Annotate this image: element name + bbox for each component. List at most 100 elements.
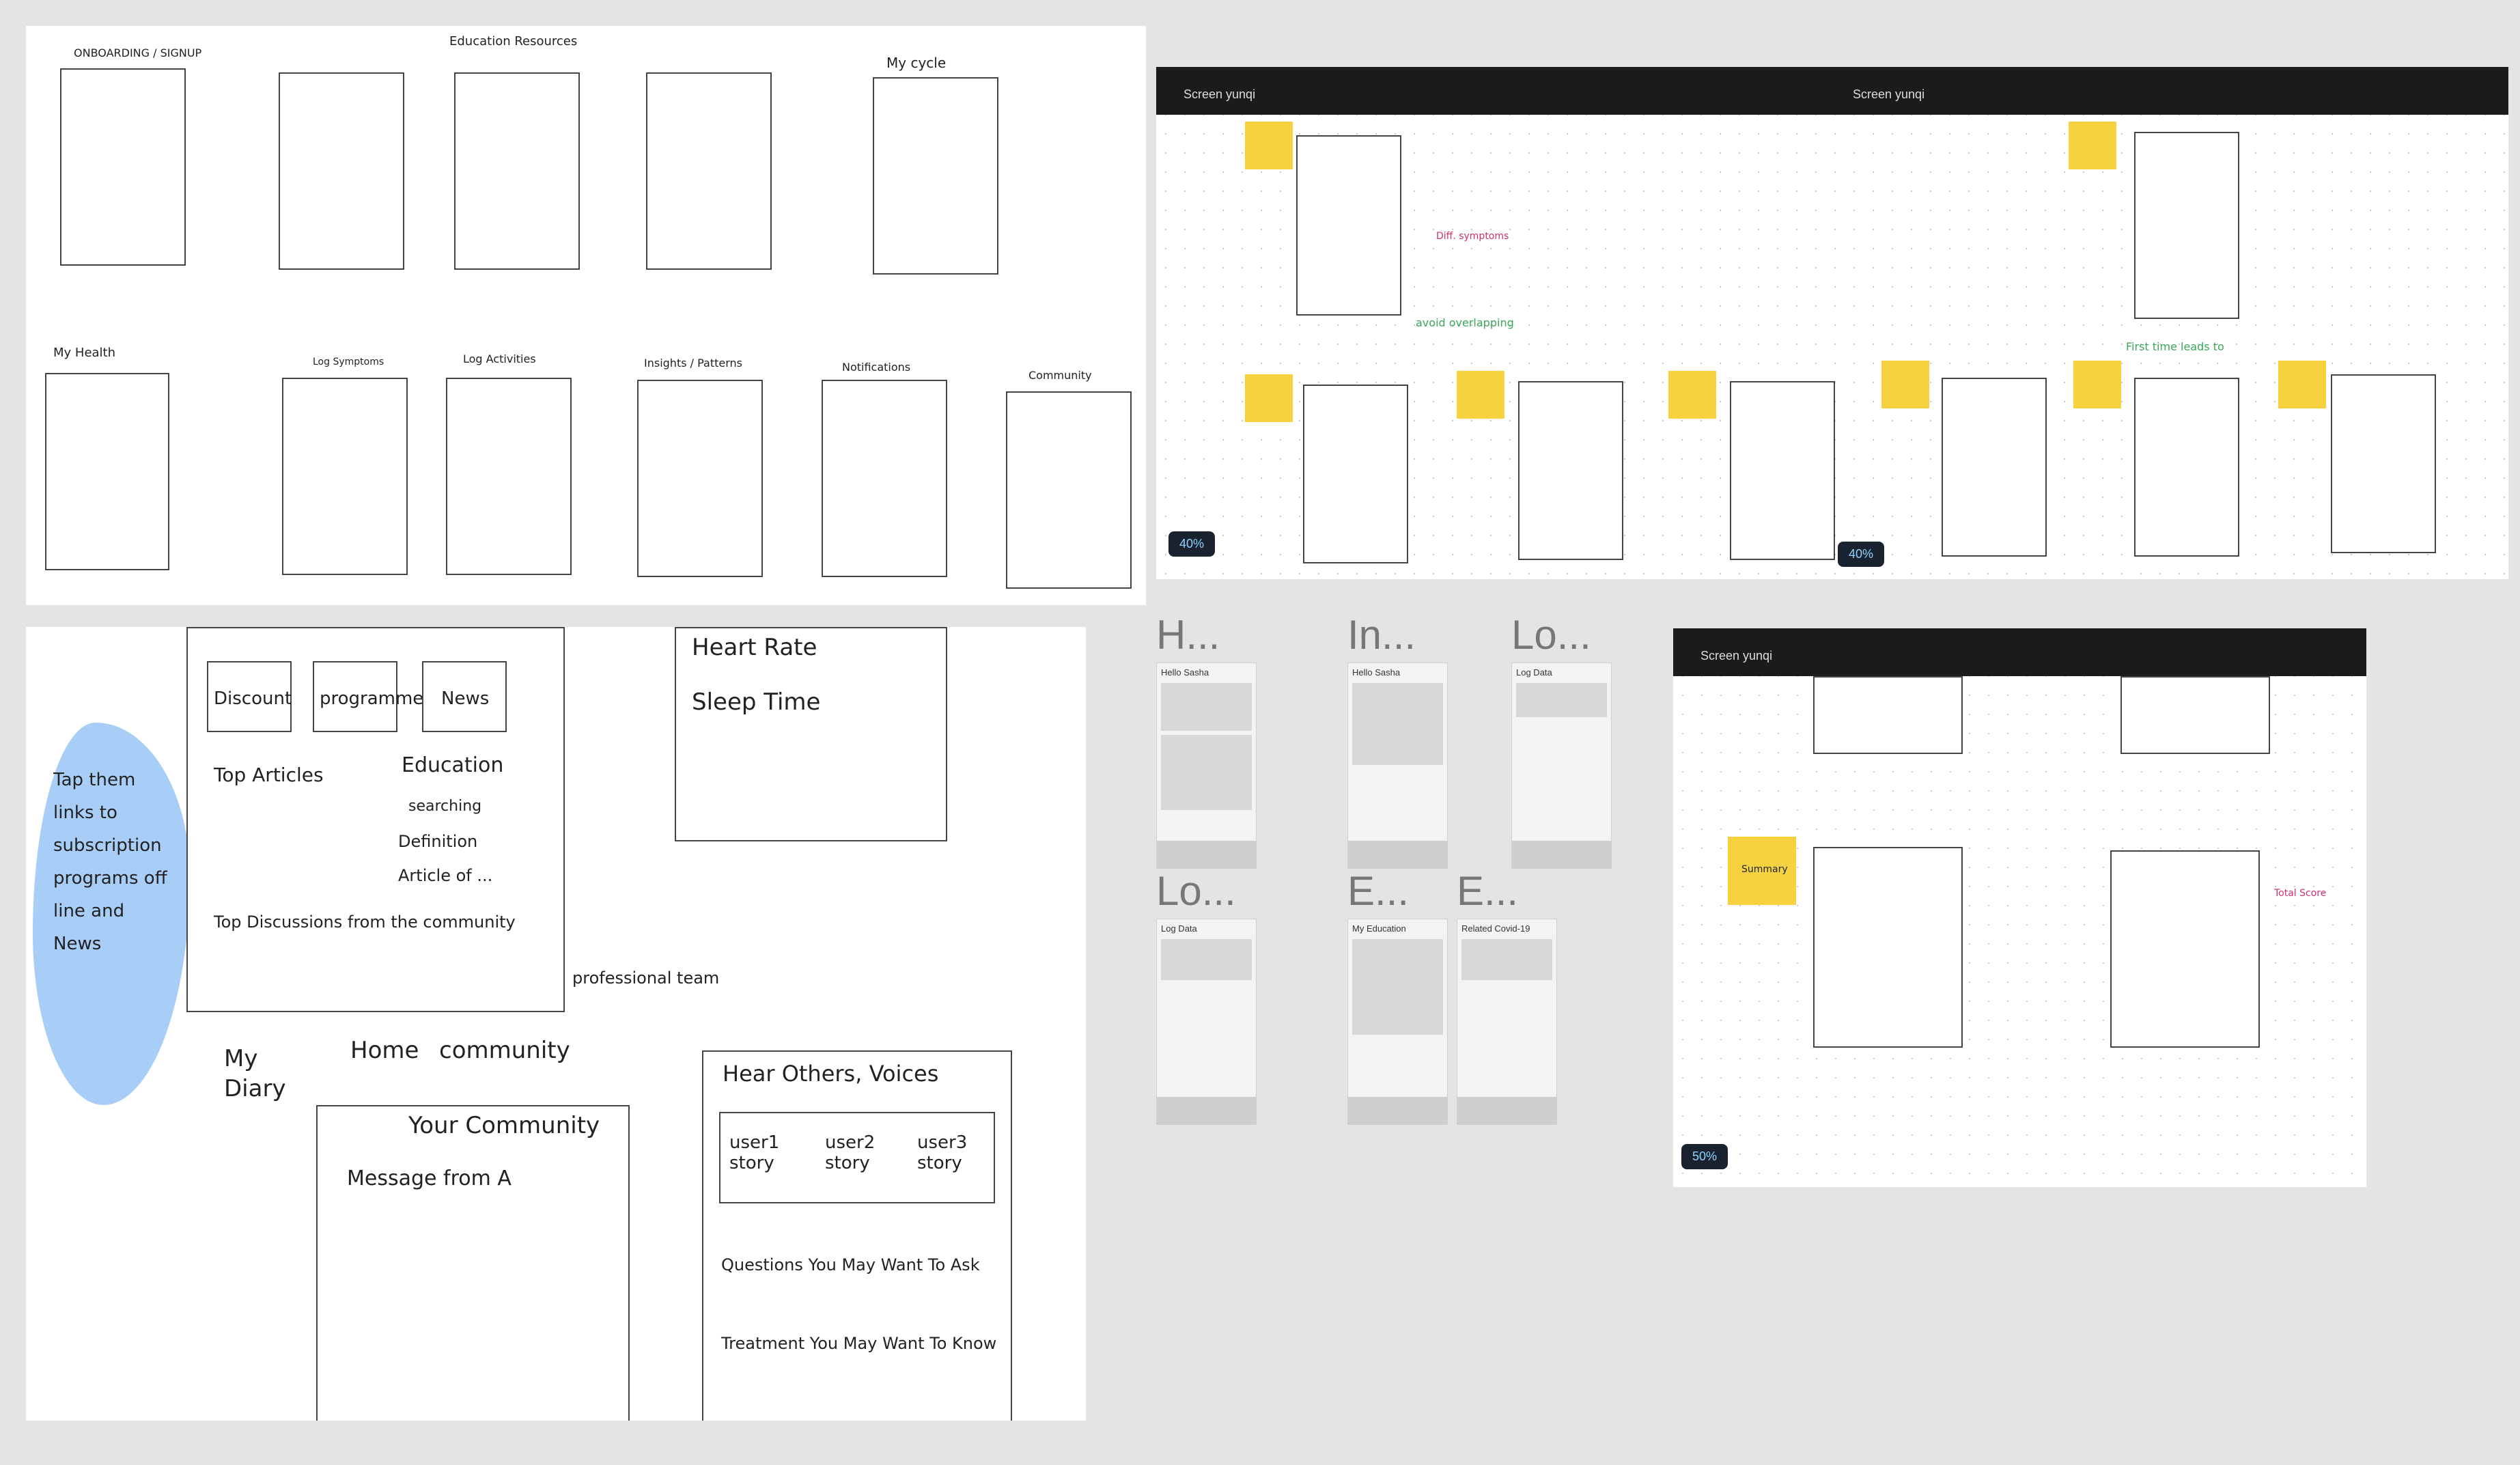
note-diff-symptoms: Diff. symptoms	[1436, 231, 1509, 242]
heading-treatment: Treatment You May Want To Know	[721, 1334, 997, 1353]
screen-title-right: Screen yunqi	[1853, 87, 1925, 101]
screen-frame	[1813, 676, 1963, 754]
section-label: In...	[1347, 612, 1416, 658]
summary-screen-1	[1813, 847, 1963, 1048]
mock-header: Log Data	[1161, 923, 1197, 934]
wireframe-education-2	[454, 72, 580, 270]
sticky-note	[1457, 371, 1504, 419]
sticky-note	[1245, 122, 1293, 169]
ipad-whiteboard-top: Screen yunqi Screen yunqi Diff. symptoms…	[1156, 67, 2508, 579]
mock-nav-bar	[1157, 1097, 1256, 1124]
screen-frame	[1518, 381, 1623, 560]
nav-community[interactable]: community	[439, 1037, 570, 1064]
sticky-note	[1668, 371, 1716, 419]
note-first-time: First time leads to	[2126, 340, 2224, 353]
title-notifications: Notifications	[842, 361, 911, 374]
section-label: H...	[1156, 612, 1220, 658]
mock-block	[1161, 735, 1252, 810]
label-heart-rate: Heart Rate	[692, 634, 817, 661]
summary-screen-2	[2110, 850, 2260, 1048]
mock-header: Hello Sasha	[1352, 667, 1401, 678]
title-log-symptoms: Log Symptoms	[313, 357, 384, 367]
wireframe-onboarding	[60, 68, 186, 266]
mock-education: My Education	[1347, 919, 1448, 1125]
note-message-from-a: Message from A	[347, 1167, 512, 1190]
sketch-panel-wireframes: ONBOARDING / SIGNUP Education Resources …	[26, 26, 1146, 605]
sticky-note	[2073, 361, 2121, 408]
heading-top-discussions: Top Discussions from the community	[214, 912, 516, 932]
section-label: E...	[1347, 868, 1410, 914]
section-label: E...	[1457, 868, 1519, 914]
mock-nav-bar	[1457, 1097, 1556, 1124]
note-professional-team: professional team	[572, 968, 720, 988]
title-my-health: My Health	[53, 346, 116, 360]
wireframe-log-symptoms	[282, 378, 408, 575]
mock-header: Log Data	[1516, 667, 1552, 678]
mock-nav-bar	[1348, 1097, 1447, 1124]
wireframe-community	[1006, 391, 1132, 589]
ipad-toolbar: Screen yunqi	[1673, 628, 2366, 676]
tab-programme[interactable]: programme	[320, 688, 423, 709]
title-my-cycle: My cycle	[886, 55, 947, 71]
mock-video	[1461, 939, 1552, 980]
label-total-score: Total Score	[2274, 888, 2327, 899]
title-community: Community	[1028, 369, 1092, 382]
mock-nav-bar	[1157, 841, 1256, 868]
title-insights: Insights / Patterns	[644, 357, 743, 369]
heading-education: Education	[402, 753, 504, 777]
note-definition: Definition	[398, 832, 478, 851]
tab-discount[interactable]: Discount	[214, 688, 292, 709]
note-avoid-overlapping: avoid overlapping	[1416, 316, 1514, 329]
wireframe-my-cycle	[873, 77, 998, 275]
ipad-whiteboard-bottom: Screen yunqi Summary Total Score 50%	[1673, 628, 2366, 1187]
heading-top-articles: Top Articles	[214, 764, 324, 786]
sticky-note	[1881, 361, 1929, 408]
section-label: Lo...	[1511, 612, 1591, 658]
screen-frame	[2134, 378, 2239, 557]
mock-nav-bar	[1512, 841, 1611, 868]
zoom-indicator-right[interactable]: 40%	[1838, 542, 1885, 567]
mock-block	[1161, 939, 1252, 980]
zoom-indicator-left[interactable]: 40%	[1168, 531, 1216, 557]
screen-frame	[2331, 374, 2436, 553]
nav-home[interactable]: Home	[350, 1037, 419, 1064]
screen-frame	[1303, 385, 1408, 563]
ipad-toolbar-left: Screen yunqi	[1156, 67, 1825, 115]
note-article-of: Article of ...	[398, 866, 493, 885]
lofi-mockups-panel: H... In... Lo... Lo... E... E... Hello S…	[1156, 611, 1612, 1144]
sticky-note	[1245, 374, 1293, 422]
screen-title: Screen yunqi	[1700, 649, 1773, 662]
card-user3-story[interactable]: user3 story	[917, 1132, 979, 1173]
sketch-panel-home-community: Tap them links to subscription programs …	[26, 627, 1086, 1421]
mock-header: Related Covid-19	[1461, 923, 1530, 934]
mock-insights: Hello Sasha	[1347, 662, 1448, 869]
mock-nav-bar	[1348, 841, 1447, 868]
wireframe-education-1	[279, 72, 404, 270]
wireframe-insights	[637, 380, 763, 577]
wireframe-notifications	[822, 380, 947, 577]
card-user2-story[interactable]: user2 story	[825, 1132, 886, 1173]
screen-frame	[2120, 676, 2270, 754]
screen-frame	[1942, 378, 2047, 557]
wireframe-education-3	[646, 72, 772, 270]
section-label: Lo...	[1156, 868, 1236, 914]
mock-block	[1352, 939, 1443, 1035]
heading-hear-others: Hear Others, Voices	[723, 1061, 939, 1087]
summary-label: Summary	[1741, 864, 1788, 875]
sketch-hear-others	[702, 1050, 1012, 1421]
card-user1-story[interactable]: user1 story	[729, 1132, 791, 1173]
title-education: Education Resources	[449, 34, 578, 48]
mock-header: Hello Sasha	[1161, 667, 1209, 678]
mock-log-data-2: Log Data	[1156, 919, 1257, 1125]
mock-home: Hello Sasha	[1156, 662, 1257, 869]
nav-my-diary[interactable]: My Diary	[224, 1044, 286, 1104]
tab-news[interactable]: News	[441, 688, 489, 709]
zoom-indicator[interactable]: 50%	[1681, 1144, 1728, 1169]
mock-log-data-1: Log Data	[1511, 662, 1612, 869]
wireframe-log-activities	[446, 378, 572, 575]
sticky-note	[2278, 361, 2326, 408]
label-sleep-time: Sleep Time	[692, 688, 821, 716]
sketch-your-community	[316, 1105, 630, 1421]
title-log-activities: Log Activities	[463, 352, 536, 365]
heading-your-community: Your Community	[408, 1112, 600, 1139]
